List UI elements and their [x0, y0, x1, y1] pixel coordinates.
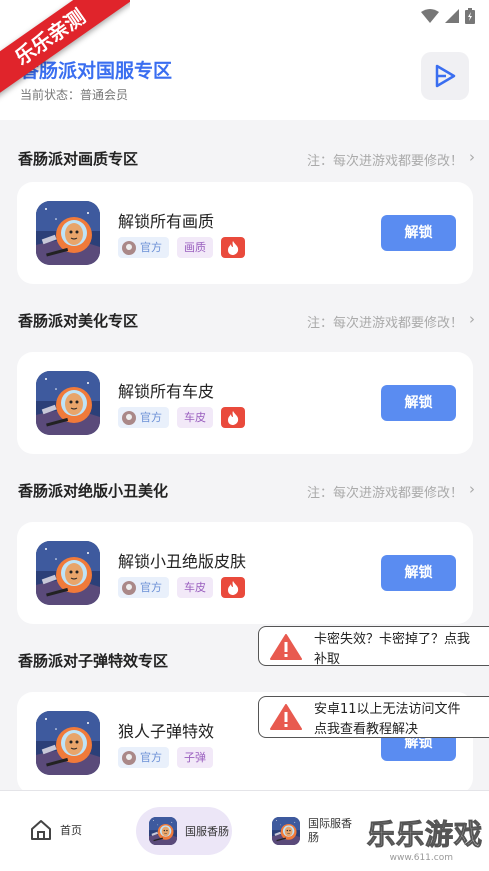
- watermark-logo: 乐乐游戏: [366, 818, 483, 852]
- category-tag: 车皮: [177, 577, 213, 598]
- nav-intl-line1: 国际服香: [308, 817, 352, 830]
- category-tag: 子弹: [177, 747, 213, 768]
- hot-tag: [221, 237, 245, 258]
- card-title: 解锁所有车皮: [118, 382, 215, 401]
- card-tags: 官方 车皮: [118, 577, 245, 598]
- unlock-button[interactable]: 解锁: [381, 215, 456, 251]
- play-button[interactable]: [421, 52, 469, 100]
- section-title: 香肠派对美化专区: [18, 312, 139, 330]
- card-quality: 解锁所有画质 官方 画质 解锁: [17, 182, 473, 284]
- section-header-clown: 香肠派对绝版小丑美化 注：每次进游戏都要修改！ ›: [0, 475, 489, 505]
- official-label: 官方: [140, 241, 162, 254]
- unlock-button[interactable]: 解锁: [381, 555, 456, 591]
- toast-message: 卡密失效？卡密掉了？点我 补取: [314, 630, 470, 670]
- nav-intl-line2: 肠: [308, 831, 319, 844]
- section-title: 香肠派对画质专区: [18, 150, 139, 168]
- category-tag: 车皮: [177, 407, 213, 428]
- game-thumbnail: [36, 201, 100, 265]
- official-avatar-icon: [122, 580, 136, 595]
- toast-line: 卡密失效？卡密掉了？点我: [314, 632, 471, 647]
- nav-intl-server[interactable]: 国际服香 肠: [272, 817, 352, 845]
- nav-intl-label: 国际服香 肠: [308, 817, 352, 845]
- chevron-right-icon[interactable]: ›: [469, 480, 475, 498]
- fire-icon: [228, 410, 239, 425]
- toast-line: 安卓11以上无法访问文件: [314, 702, 461, 717]
- warning-icon: [270, 704, 302, 730]
- bottom-nav: 首页 国服香肠 国际服香 肠 乐乐游戏 www.611.com: [0, 790, 489, 871]
- section-header-quality: 香肠派对画质专区 注：每次进游戏都要修改！ ›: [0, 143, 489, 173]
- chevron-right-icon[interactable]: ›: [469, 310, 475, 328]
- unlock-button[interactable]: 解锁: [381, 385, 456, 421]
- official-avatar-icon: [122, 240, 136, 255]
- card-skins: 解锁所有车皮 官方 车皮 解锁: [17, 352, 473, 454]
- section-note[interactable]: 注：每次进游戏都要修改！: [307, 312, 463, 331]
- home-icon: [31, 820, 51, 840]
- official-tag: 官方: [118, 747, 169, 768]
- battery-icon: [465, 8, 475, 24]
- card-clown-skin: 解锁小丑绝版皮肤 官方 车皮 解锁: [17, 522, 473, 624]
- section-title: 香肠派对绝版小丑美化: [18, 482, 169, 500]
- hot-tag: [221, 407, 245, 428]
- official-tag: 官方: [118, 237, 169, 258]
- official-label: 官方: [140, 581, 162, 594]
- card-tags: 官方 子弹: [118, 747, 213, 768]
- card-tags: 官方 车皮: [118, 407, 245, 428]
- card-tags: 官方 画质: [118, 237, 245, 258]
- toast-message: 安卓11以上无法访问文件 点我查看教程解决: [314, 700, 461, 740]
- official-avatar-icon: [122, 750, 136, 765]
- category-tag: 画质: [177, 237, 213, 258]
- game-thumbnail: [36, 371, 100, 435]
- game-thumbnail: [36, 711, 100, 775]
- card-title: 解锁所有画质: [118, 212, 215, 231]
- hot-tag: [221, 577, 245, 598]
- intl-server-icon: [272, 817, 300, 845]
- play-icon: [435, 64, 456, 88]
- section-note[interactable]: 注：每次进游戏都要修改！: [307, 482, 463, 501]
- section-note[interactable]: 注：每次进游戏都要修改！: [307, 150, 463, 169]
- status-icons: [421, 8, 475, 24]
- section-header-beautify: 香肠派对美化专区 注：每次进游戏都要修改！ ›: [0, 305, 489, 335]
- nav-cn-label: 国服香肠: [185, 825, 229, 838]
- nav-home-label: 首页: [60, 824, 82, 837]
- nav-home[interactable]: 首页: [30, 819, 82, 841]
- nav-cn-server[interactable]: 国服香肠: [149, 817, 229, 845]
- official-label: 官方: [140, 411, 162, 424]
- card-title: 解锁小丑绝版皮肤: [118, 552, 247, 571]
- card-key-toast[interactable]: 卡密失效？卡密掉了？点我 补取: [258, 626, 489, 667]
- official-avatar-icon: [122, 410, 136, 425]
- fire-icon: [228, 580, 239, 595]
- cn-server-icon: [149, 817, 177, 845]
- toast-line: 点我查看教程解决: [314, 722, 419, 737]
- signal-icon: [445, 9, 459, 23]
- watermark-url: www.611.com: [389, 853, 453, 863]
- card-title: 狼人子弹特效: [118, 722, 215, 741]
- toast-line: 补取: [314, 652, 341, 667]
- wifi-icon: [421, 9, 439, 23]
- game-thumbnail: [36, 541, 100, 605]
- chevron-right-icon[interactable]: ›: [469, 148, 475, 166]
- warning-icon: [270, 634, 302, 660]
- android11-toast[interactable]: 安卓11以上无法访问文件 点我查看教程解决: [258, 696, 489, 738]
- official-tag: 官方: [118, 577, 169, 598]
- official-tag: 官方: [118, 407, 169, 428]
- section-title: 香肠派对子弹特效专区: [18, 652, 169, 670]
- ribbon-text: 乐乐亲测: [0, 0, 130, 103]
- official-label: 官方: [140, 751, 162, 764]
- corner-ribbon: 乐乐亲测: [0, 0, 130, 110]
- fire-icon: [228, 240, 239, 255]
